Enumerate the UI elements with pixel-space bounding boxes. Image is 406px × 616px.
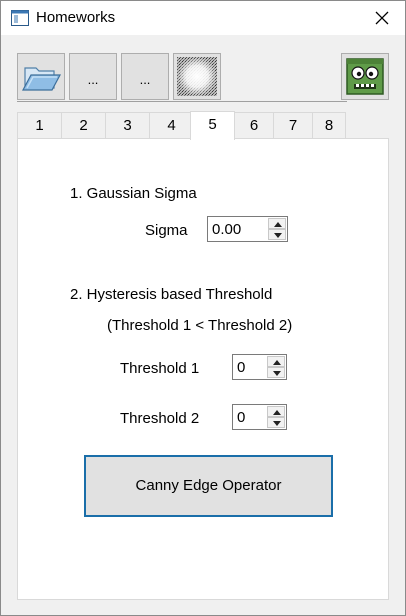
threshold2-down-button[interactable] — [267, 417, 285, 428]
sigma-spinbox[interactable]: 0.00 — [207, 216, 288, 242]
tab-4[interactable]: 4 — [149, 112, 194, 139]
gaussian-sigma-heading: 1. Gaussian Sigma — [70, 185, 197, 202]
tab-bar: 1 2 3 4 5 6 7 8 — [17, 111, 391, 140]
threshold1-spinbox[interactable]: 0 — [232, 354, 287, 380]
threshold2-up-button[interactable] — [267, 406, 285, 417]
threshold1-label: Threshold 1 — [120, 360, 200, 377]
tab-6[interactable]: 6 — [234, 112, 274, 139]
threshold2-spin-arrows — [267, 406, 285, 428]
noise-image-button[interactable] — [173, 53, 221, 100]
window-title: Homeworks — [36, 9, 116, 26]
toolbar: ... ... — [17, 53, 391, 103]
toolbar-button-3[interactable]: ... — [121, 53, 169, 100]
threshold1-spin-arrows — [267, 356, 285, 378]
tab-3[interactable]: 3 — [105, 112, 150, 139]
tab-5[interactable]: 5 — [190, 111, 235, 140]
tab-2[interactable]: 2 — [61, 112, 106, 139]
close-icon — [375, 11, 389, 25]
arrow-up-icon — [273, 360, 281, 365]
zombie-face-icon — [346, 58, 384, 95]
threshold1-value[interactable]: 0 — [237, 359, 245, 376]
folder-open-icon — [22, 67, 61, 91]
window-app-icon — [11, 10, 29, 26]
tab-8[interactable]: 8 — [312, 112, 346, 139]
tab-panel-5: 1. Gaussian Sigma Sigma 0.00 2. Hysteres… — [17, 138, 389, 600]
arrow-down-icon — [273, 421, 281, 426]
arrow-up-icon — [274, 222, 282, 227]
sigma-spin-arrows — [268, 218, 286, 240]
toolbar-button-3-label: ... — [139, 72, 151, 87]
threshold1-down-button[interactable] — [267, 367, 285, 378]
zombie-button[interactable] — [341, 53, 389, 100]
close-button[interactable] — [359, 1, 405, 35]
canny-button-label: Canny Edge Operator — [135, 477, 282, 494]
hysteresis-heading: 2. Hysteresis based Threshold — [70, 286, 273, 303]
toolbar-button-2[interactable]: ... — [69, 53, 117, 100]
threshold1-up-button[interactable] — [267, 356, 285, 367]
toolbar-button-2-label: ... — [87, 72, 99, 87]
threshold2-value[interactable]: 0 — [237, 409, 245, 426]
arrow-down-icon — [274, 233, 282, 238]
threshold2-spinbox[interactable]: 0 — [232, 404, 287, 430]
canny-edge-operator-button[interactable]: Canny Edge Operator — [84, 455, 333, 517]
main-window: Homeworks ... ... 1 2 3 4 5 6 7 8 1. Gau… — [0, 0, 406, 616]
arrow-up-icon — [273, 410, 281, 415]
sigma-down-button[interactable] — [268, 229, 286, 240]
arrow-down-icon — [273, 371, 281, 376]
sigma-up-button[interactable] — [268, 218, 286, 229]
noise-image-icon — [177, 57, 217, 96]
sigma-value[interactable]: 0.00 — [212, 221, 241, 238]
threshold-note: (Threshold 1 < Threshold 2) — [107, 317, 293, 334]
toolbar-separator — [17, 101, 347, 102]
tab-1[interactable]: 1 — [17, 112, 62, 139]
open-button[interactable] — [17, 53, 65, 100]
title-bar[interactable]: Homeworks — [1, 1, 405, 35]
sigma-label: Sigma — [145, 222, 188, 239]
tab-7[interactable]: 7 — [273, 112, 313, 139]
threshold2-label: Threshold 2 — [120, 410, 200, 427]
